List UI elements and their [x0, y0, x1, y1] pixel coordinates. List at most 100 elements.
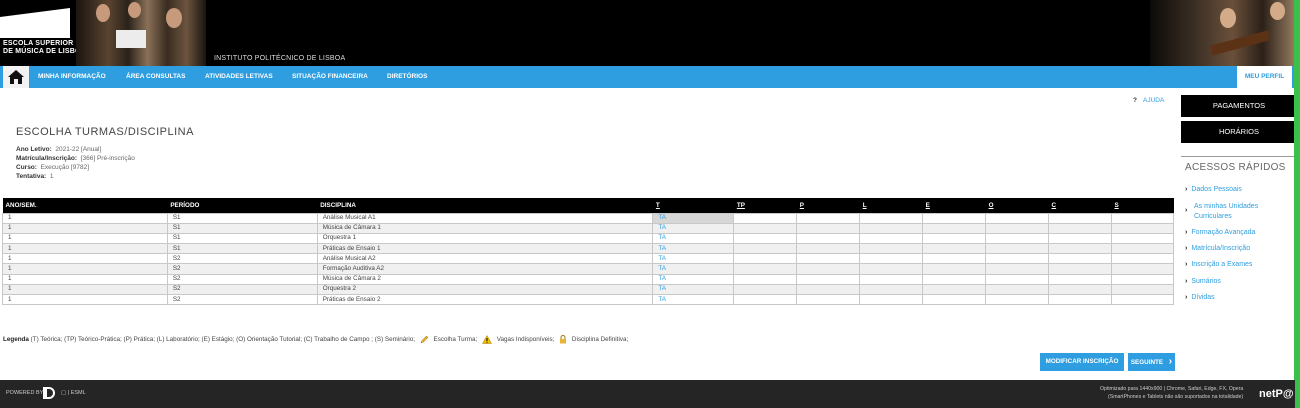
col-tp[interactable]: TP [733, 198, 797, 213]
nav-situacao-financeira[interactable]: SITUAÇÃO FINANCEIRA [292, 66, 368, 88]
nav-atividades-letivas[interactable]: ATIVIDADES LETIVAS [205, 66, 273, 88]
school-logo-text: ESCOLA SUPERIOR DE MÚSICA DE LISBOA [3, 40, 86, 56]
cell-turma-empty [1048, 243, 1112, 255]
cell-turma-empty [1048, 273, 1112, 285]
legend-label: Legenda [3, 336, 29, 344]
home-button[interactable] [3, 66, 29, 88]
horarios-button[interactable]: HORÁRIOS [1181, 121, 1297, 143]
table-row: 1 S1 Música de Câmara 1 TA [2, 222, 1175, 234]
matricula-value: [366] Pré-inscrição [80, 155, 135, 162]
table-row: 1 S2 Música de Câmara 2 TA [2, 273, 1175, 285]
quick-link-label: Sumários [1191, 278, 1221, 285]
legend-definitiva: Disciplina Definitiva; [571, 336, 629, 344]
quick-link-sumarios[interactable]: › Sumários [1185, 277, 1221, 287]
warning-icon [482, 335, 492, 344]
help-link[interactable]: ? AJUDA [1133, 97, 1164, 104]
institute-name: INSTITUTO POLITÉCNICO DE LISBOA [214, 55, 346, 62]
cell-turma-empty [1048, 293, 1112, 306]
cell-turma-empty [1048, 263, 1112, 275]
cell-turma-t[interactable]: TA [652, 232, 735, 245]
quick-link-dividas[interactable]: › Dívidas [1185, 293, 1215, 303]
col-periodo: PERÍODO [167, 198, 318, 213]
next-button-label: SEGUINTE [1130, 359, 1164, 366]
cell-turma-empty [733, 232, 798, 245]
cell-turma-empty [922, 232, 987, 245]
cell-turma-empty [985, 293, 1050, 306]
col-p[interactable]: P [796, 198, 860, 213]
ano-letivo-label: Ano Letivo: [16, 146, 52, 153]
cell-turma-t[interactable]: TA [652, 263, 735, 275]
page-title: ESCOLHA TURMAS/DISCIPLINA [16, 126, 194, 138]
cell-periodo: S1 [166, 243, 318, 255]
quick-link-label: Dados Pessoais [1191, 186, 1242, 193]
col-s[interactable]: S [1111, 198, 1174, 213]
cell-turma-empty [796, 263, 861, 275]
quick-link-exames[interactable]: › Inscrição a Exames [1185, 260, 1252, 270]
table-row: 1 S2 Práticas de Ensaio 2 TA [2, 293, 1175, 306]
quick-link-unidades-curriculares[interactable]: › As minhas Unidades Curriculares [1185, 202, 1275, 222]
cell-turma-empty [985, 212, 1050, 224]
cell-turma-empty [733, 263, 798, 275]
digitalis-logo-icon [43, 387, 55, 399]
school-name-line1: ESCOLA SUPERIOR [3, 40, 74, 47]
cell-turma-t[interactable]: TA [652, 222, 735, 234]
modify-enrollment-button[interactable]: MODIFICAR INSCRIÇÃO [1040, 353, 1124, 371]
cell-turma-t[interactable]: TA [652, 212, 735, 224]
cell-turma-t[interactable]: TA [652, 253, 735, 265]
chevron-right-icon: › [1185, 245, 1188, 252]
cell-turma-empty [796, 232, 861, 245]
nav-minha-informacao[interactable]: MINHA INFORMAÇÃO [38, 66, 106, 88]
col-l[interactable]: L [859, 198, 923, 213]
cell-turma-empty [985, 273, 1050, 285]
chevron-right-icon: › [1185, 261, 1188, 268]
quick-link-label: Inscrição a Exames [1191, 261, 1253, 268]
curso-label: Curso: [16, 164, 37, 171]
cell-turma-empty [859, 293, 924, 306]
cell-turma-empty [1048, 283, 1112, 296]
netpa-logo: netP@ [1259, 388, 1294, 400]
next-button[interactable]: SEGUINTE › [1128, 353, 1175, 371]
info-ano-letivo: Ano Letivo: 2021-22 [Anual] [16, 146, 101, 153]
chevron-right-icon: › [1185, 294, 1188, 301]
quick-access-title: ACESSOS RÁPIDOS [1185, 162, 1286, 173]
quick-link-formacao-avancada[interactable]: › Formação Avançada [1185, 228, 1255, 238]
cell-ano: 1 [2, 263, 168, 275]
powered-by: POWERED BY [6, 390, 44, 396]
cell-turma-empty [1110, 283, 1175, 296]
cell-turma-empty [796, 222, 861, 234]
nav-diretorios[interactable]: DIRETÓRIOS [387, 66, 427, 88]
col-o[interactable]: O [985, 198, 1049, 213]
pagamentos-button[interactable]: PAGAMENTOS [1181, 95, 1297, 117]
cell-ano: 1 [2, 253, 168, 265]
cell-turma-t[interactable]: TA [652, 243, 735, 255]
cell-turma-empty [859, 283, 924, 296]
pencil-icon [420, 335, 429, 344]
cell-turma-empty [985, 283, 1050, 296]
cell-ano: 1 [2, 243, 168, 255]
col-t[interactable]: T [652, 198, 734, 213]
cell-turma-empty [922, 263, 987, 275]
table-row: 1 S2 Análise Musical A2 TA [2, 253, 1175, 265]
col-e[interactable]: E [922, 198, 986, 213]
cell-turma-empty [1110, 273, 1175, 285]
quick-link-dados-pessoais[interactable]: › Dados Pessoais [1185, 185, 1242, 195]
col-c[interactable]: C [1048, 198, 1112, 213]
quick-link-matricula[interactable]: › Matrícula/Inscrição [1185, 244, 1250, 254]
legend-escolha: Escolha Turma; [433, 336, 478, 344]
cell-turma-empty [859, 253, 924, 265]
cell-turma-empty [985, 222, 1050, 234]
cell-turma-t[interactable]: TA [652, 293, 735, 306]
col-c-label: C [1051, 201, 1057, 209]
profile-button[interactable]: MEU PERFIL [1237, 66, 1292, 88]
nav-area-consultas[interactable]: ÁREA CONSULTAS [126, 66, 185, 88]
quick-link-label: As minhas Unidades Curriculares [1194, 203, 1259, 220]
cell-turma-empty [1048, 253, 1112, 265]
chevron-right-icon: › [1185, 229, 1188, 236]
col-tp-label: TP [736, 201, 745, 209]
cell-ano: 1 [2, 222, 168, 234]
cell-turma-t[interactable]: TA [652, 283, 735, 296]
table-row: 1 S2 Formação Auditiva A2 TA [2, 263, 1175, 275]
right-edge-bar [1294, 0, 1300, 408]
cell-turma-t[interactable]: TA [652, 273, 735, 285]
footer-brand: ▢ | ESML [61, 390, 86, 396]
